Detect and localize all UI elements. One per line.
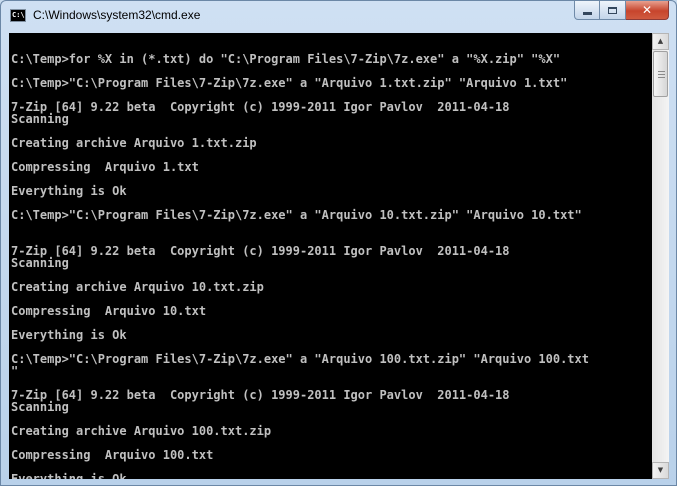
console-lines: C:\Temp>for %X in (*.txt) do "C:\Program… bbox=[11, 41, 589, 479]
scroll-up-arrow-icon: ▲ bbox=[657, 37, 664, 45]
console-line: Everything is Ok bbox=[11, 472, 127, 479]
vertical-scrollbar[interactable]: ▲ ▼ bbox=[652, 33, 669, 479]
console-line: C:\Temp>"C:\Program Files\7-Zip\7z.exe" … bbox=[11, 76, 568, 90]
close-button[interactable]: ✕ bbox=[626, 1, 669, 20]
maximize-icon bbox=[608, 6, 617, 14]
scroll-down-button[interactable]: ▼ bbox=[652, 462, 669, 479]
console-line: Scanning bbox=[11, 112, 69, 126]
console-line: C:\Temp>for %X in (*.txt) do "C:\Program… bbox=[11, 52, 561, 66]
console-line: C:\Temp>"C:\Program Files\7-Zip\7z.exe" … bbox=[11, 208, 582, 222]
console-line: 7-Zip [64] 9.22 beta Copyright (c) 1999-… bbox=[11, 244, 510, 258]
close-icon: ✕ bbox=[641, 3, 653, 17]
console-line: 7-Zip [64] 9.22 beta Copyright (c) 1999-… bbox=[11, 388, 510, 402]
minimize-button[interactable] bbox=[574, 1, 600, 20]
window-title: C:\Windows\system32\cmd.exe bbox=[33, 8, 201, 22]
console-line: Compressing Arquivo 100.txt bbox=[11, 448, 214, 462]
console-line: C:\Temp>"C:\Program Files\7-Zip\7z.exe" … bbox=[11, 352, 589, 366]
scroll-up-button[interactable]: ▲ bbox=[652, 33, 669, 50]
title-bar[interactable]: C:\ C:\Windows\system32\cmd.exe ✕ bbox=[1, 1, 676, 33]
console-line: 7-Zip [64] 9.22 beta Copyright (c) 1999-… bbox=[11, 100, 510, 114]
console-line: Creating archive Arquivo 10.txt.zip bbox=[11, 280, 264, 294]
console-line: Scanning bbox=[11, 256, 69, 270]
minimize-icon bbox=[582, 11, 592, 15]
console-line: Compressing Arquivo 1.txt bbox=[11, 160, 199, 174]
console-line: Everything is Ok bbox=[11, 184, 127, 198]
console-output[interactable]: C:\Temp>for %X in (*.txt) do "C:\Program… bbox=[9, 33, 652, 479]
thumb-grip-line bbox=[658, 77, 665, 78]
thumb-grip-line bbox=[658, 74, 665, 75]
console-line: Compressing Arquivo 10.txt bbox=[11, 304, 207, 318]
window-controls: ✕ bbox=[574, 1, 669, 21]
command-prompt-icon[interactable]: C:\ bbox=[10, 9, 26, 22]
cmd-window: C:\ C:\Windows\system32\cmd.exe ✕ C:\Tem… bbox=[0, 0, 677, 486]
console-line: Creating archive Arquivo 1.txt.zip bbox=[11, 136, 257, 150]
console-line: " bbox=[11, 364, 19, 378]
thumb-grip-line bbox=[658, 71, 665, 72]
console-line: Scanning bbox=[11, 400, 69, 414]
console-line: Everything is Ok bbox=[11, 328, 127, 342]
maximize-button[interactable] bbox=[600, 1, 626, 20]
console-line: Creating archive Arquivo 100.txt.zip bbox=[11, 424, 272, 438]
scrollbar-thumb[interactable] bbox=[653, 51, 668, 97]
scroll-down-arrow-icon: ▼ bbox=[657, 466, 664, 474]
